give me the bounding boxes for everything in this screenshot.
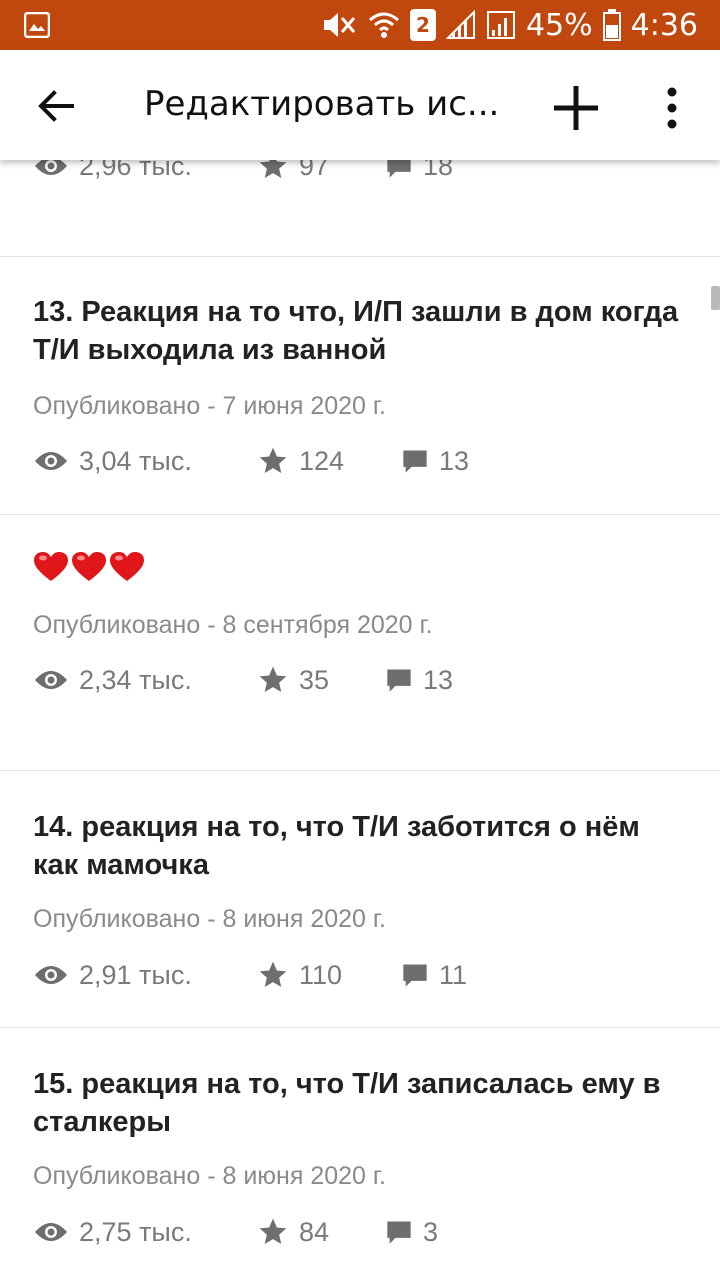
divider — [0, 256, 720, 257]
views-stat: 3,04 тыс. — [33, 441, 192, 481]
votes-stat: 35 — [257, 660, 329, 700]
views-count: 2,91 тыс. — [79, 959, 192, 990]
story-stats: 2,75 тыс. 84 3 — [33, 1212, 693, 1252]
comments-count: 11 — [439, 959, 468, 990]
heart-icon — [34, 552, 68, 581]
story-title[interactable]: 15. реакция на то, что Т/И записалась ем… — [33, 1065, 693, 1141]
scrollbar-thumb[interactable] — [711, 286, 720, 310]
divider — [0, 1027, 720, 1028]
story-stats: 2,34 тыс. 35 13 — [33, 660, 693, 700]
more-vert-icon[interactable] — [650, 80, 694, 136]
votes-count: 35 — [299, 664, 330, 695]
divider — [0, 770, 720, 771]
comment-icon — [403, 964, 427, 987]
divider — [0, 514, 720, 515]
votes-stat: 84 — [257, 1212, 329, 1252]
star-icon — [259, 1218, 287, 1244]
add-icon[interactable] — [548, 80, 604, 136]
views-count: 2,75 тыс. — [79, 1216, 192, 1247]
story-list: 2,96 тыс. 97 18 13. Реакция на то что, И… — [0, 0, 720, 1280]
views-stat: 2,91 тыс. — [33, 955, 192, 995]
star-icon — [259, 961, 287, 987]
story-stats: 3,04 тыс. 124 13 — [33, 441, 693, 481]
votes-stat: 110 — [257, 955, 342, 995]
heart-icon — [72, 552, 106, 581]
votes-stat: 124 — [257, 441, 344, 481]
comment-icon — [387, 1221, 411, 1244]
comments-stat: 11 — [401, 955, 467, 995]
eye-icon — [35, 966, 67, 984]
star-icon — [259, 447, 287, 473]
views-count: 3,04 тыс. — [79, 445, 192, 476]
heart-icon — [110, 552, 144, 581]
story-stats: 2,91 тыс. 110 11 — [33, 955, 693, 995]
comments-count: 13 — [423, 664, 454, 695]
eye-icon — [35, 452, 67, 470]
comments-count: 13 — [439, 445, 470, 476]
votes-count: 124 — [299, 445, 345, 476]
story-date: Опубликовано - 8 сентября 2020 г. — [33, 611, 433, 639]
story-title[interactable]: 14. реакция на то, что Т/И заботится о н… — [33, 808, 693, 884]
app-bar: Редактировать ис... — [0, 50, 720, 160]
comments-count: 3 — [423, 1216, 439, 1247]
comment-icon — [403, 450, 427, 473]
story-date: Опубликовано - 8 июня 2020 г. — [33, 905, 386, 933]
votes-count: 110 — [299, 959, 343, 990]
story-title[interactable]: 13. Реакция на то что, И/П зашли в дом к… — [33, 293, 693, 369]
views-stat: 2,75 тыс. — [33, 1212, 192, 1252]
star-icon — [259, 666, 287, 692]
eye-icon — [35, 671, 67, 689]
story-title-hearts[interactable] — [33, 551, 145, 583]
back-arrow-icon[interactable] — [30, 80, 82, 132]
comments-stat: 3 — [385, 1212, 438, 1252]
comments-stat: 13 — [401, 441, 469, 481]
votes-count: 84 — [299, 1216, 330, 1247]
story-date: Опубликовано - 7 июня 2020 г. — [33, 392, 386, 420]
comment-icon — [387, 669, 411, 692]
story-date: Опубликовано - 8 июня 2020 г. — [33, 1162, 386, 1190]
comments-stat: 13 — [385, 660, 453, 700]
eye-icon — [35, 1223, 67, 1241]
views-stat: 2,34 тыс. — [33, 660, 192, 700]
views-count: 2,34 тыс. — [79, 664, 192, 695]
page-title: Редактировать ис... — [144, 84, 500, 124]
